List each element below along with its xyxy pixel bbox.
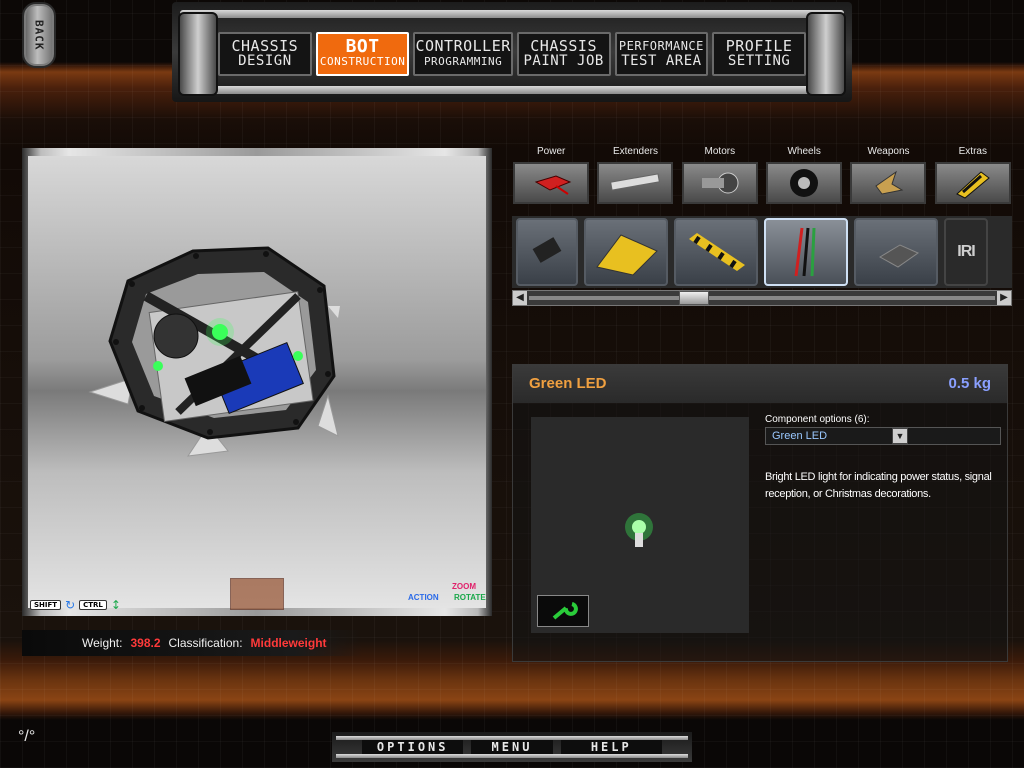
scroll-right-icon[interactable]: ▶ xyxy=(997,291,1011,305)
tab-label-line1: PROFILE xyxy=(725,37,793,55)
category-label: Weapons xyxy=(867,146,910,157)
help-button[interactable]: HELP xyxy=(560,740,662,754)
weapon-icon[interactable] xyxy=(850,162,927,204)
wrench-button[interactable] xyxy=(537,595,589,627)
nav-cap-left xyxy=(178,12,218,96)
wrench-icon xyxy=(552,602,578,620)
shift-key: SHIFT xyxy=(30,600,62,610)
selected-option: Green LED xyxy=(772,430,828,442)
options-button[interactable]: OPTIONS xyxy=(362,740,464,754)
back-button[interactable]: BACK xyxy=(22,2,56,68)
classification-value: Middleweight xyxy=(250,636,327,650)
nav-tabs: CHASSIS DESIGN BOT CONSTRUCTION CONTROLL… xyxy=(218,32,806,76)
part-item-striped-bar[interactable] xyxy=(674,218,758,286)
viewport-canvas[interactable] xyxy=(28,156,486,608)
component-description: Bright LED light for indicating power st… xyxy=(765,471,992,500)
tab-label-line2: PAINT JOB xyxy=(523,53,604,69)
parts-scrollbar[interactable]: ◀ ▶ xyxy=(512,290,1012,306)
bot-viewport[interactable] xyxy=(22,148,492,616)
category-motors[interactable]: Motors xyxy=(681,146,759,208)
tab-label-line1: CHASSIS xyxy=(530,37,597,55)
category-label: Extras xyxy=(958,146,987,157)
updown-arrow-icon: ↕ xyxy=(110,598,121,612)
tab-label-line1: PERFORMANCE xyxy=(618,39,704,53)
part-item-plate[interactable] xyxy=(584,218,668,286)
weight-label: Weight: xyxy=(82,636,123,650)
part-item-box[interactable] xyxy=(854,218,938,286)
tab-label-line2: SETTING xyxy=(727,53,791,69)
action-label: ACTION xyxy=(408,593,439,602)
bottom-rail-bottom xyxy=(336,754,688,758)
nav-rail-top xyxy=(180,10,844,18)
tab-chassis-paint-job[interactable]: CHASSIS PAINT JOB xyxy=(516,32,611,76)
nav-rail-bottom xyxy=(180,86,844,94)
iri-logo: IRI xyxy=(944,218,988,286)
tab-label-line2: TEST AREA xyxy=(621,53,702,69)
tab-label-line2: DESIGN xyxy=(238,53,292,69)
wheel-icon[interactable] xyxy=(766,162,843,204)
tab-label-line1: CHASSIS xyxy=(231,37,299,55)
ctrl-key: CTRL xyxy=(79,600,107,610)
part-item-led[interactable] xyxy=(764,218,848,286)
viewport-snapshot-icon[interactable] xyxy=(230,578,284,610)
view-mode-legend: ZOOM ACTION ROTATE xyxy=(408,582,488,606)
motor-icon[interactable] xyxy=(681,162,758,204)
tab-label-line2: CONSTRUCTION xyxy=(319,55,406,68)
part-categories: Power Extenders Motors Wheels Weapons Ex… xyxy=(512,146,1012,208)
tab-bot-construction[interactable]: BOT CONSTRUCTION xyxy=(315,32,410,76)
scroll-thumb[interactable] xyxy=(679,291,709,305)
classification-label: Classification: xyxy=(168,636,243,650)
menu-button[interactable]: MENU xyxy=(471,740,553,754)
extender-icon[interactable] xyxy=(597,162,674,204)
tab-profile-setting[interactable]: PROFILE SETTING xyxy=(712,32,806,76)
category-label: Wheels xyxy=(787,146,821,157)
component-title: Green LED xyxy=(529,375,607,392)
tab-label-line1: BOT xyxy=(345,36,380,57)
rotate-arrow-icon: ↻ xyxy=(65,598,76,612)
category-label: Extenders xyxy=(612,146,658,157)
component-info-panel: Green LED 0.5 kg Component options (6): … xyxy=(512,364,1008,662)
tab-controller-programming[interactable]: CONTROLLER PROGRAMMING xyxy=(413,32,513,76)
top-nav: CHASSIS DESIGN BOT CONSTRUCTION CONTROLL… xyxy=(172,2,852,102)
chevron-down-icon[interactable]: ▼ xyxy=(892,428,908,444)
category-wheels[interactable]: Wheels xyxy=(765,146,843,208)
component-options-label: Component options (6): xyxy=(765,414,870,425)
rotate-label: ROTATE xyxy=(454,593,486,602)
scroll-track[interactable] xyxy=(529,296,995,300)
bot-stats-bar: Weight: 398.2 Classification: Middleweig… xyxy=(22,630,362,656)
component-weight: 0.5 kg xyxy=(948,375,991,392)
category-weapons[interactable]: Weapons xyxy=(849,146,927,208)
category-extras[interactable]: Extras xyxy=(934,146,1012,208)
extras-icon[interactable] xyxy=(934,162,1011,204)
parts-strip: IRI xyxy=(512,216,1012,288)
category-label: Power xyxy=(536,146,566,157)
category-power[interactable]: Power xyxy=(512,146,590,208)
bottom-bar: OPTIONS MENU HELP xyxy=(332,732,692,762)
category-label: Motors xyxy=(704,146,736,157)
category-extenders[interactable]: Extenders xyxy=(596,146,674,208)
bottom-buttons: OPTIONS MENU HELP xyxy=(362,740,662,754)
tab-performance-test-area[interactable]: PERFORMANCE TEST AREA xyxy=(614,32,709,76)
nav-cap-right xyxy=(806,12,846,96)
tab-label-line2: PROGRAMMING xyxy=(423,55,503,68)
tab-chassis-design[interactable]: CHASSIS DESIGN xyxy=(218,32,312,76)
back-label: BACK xyxy=(32,19,46,51)
tab-label-line1: CONTROLLER xyxy=(415,37,511,55)
logo-icon: °/° xyxy=(18,728,36,745)
zoom-label: ZOOM xyxy=(452,582,476,591)
component-options-select[interactable]: Green LED ▼ xyxy=(765,427,1001,445)
viewport-controls-hint: SHIFT ↻ CTRL ↕ xyxy=(30,598,121,612)
component-preview xyxy=(531,417,749,633)
robot-model[interactable] xyxy=(28,156,486,608)
weight-value: 398.2 xyxy=(130,636,161,650)
battery-icon[interactable] xyxy=(513,162,590,204)
component-header: Green LED 0.5 kg xyxy=(513,365,1007,403)
part-item-tool[interactable] xyxy=(516,218,578,286)
scroll-left-icon[interactable]: ◀ xyxy=(513,291,527,305)
